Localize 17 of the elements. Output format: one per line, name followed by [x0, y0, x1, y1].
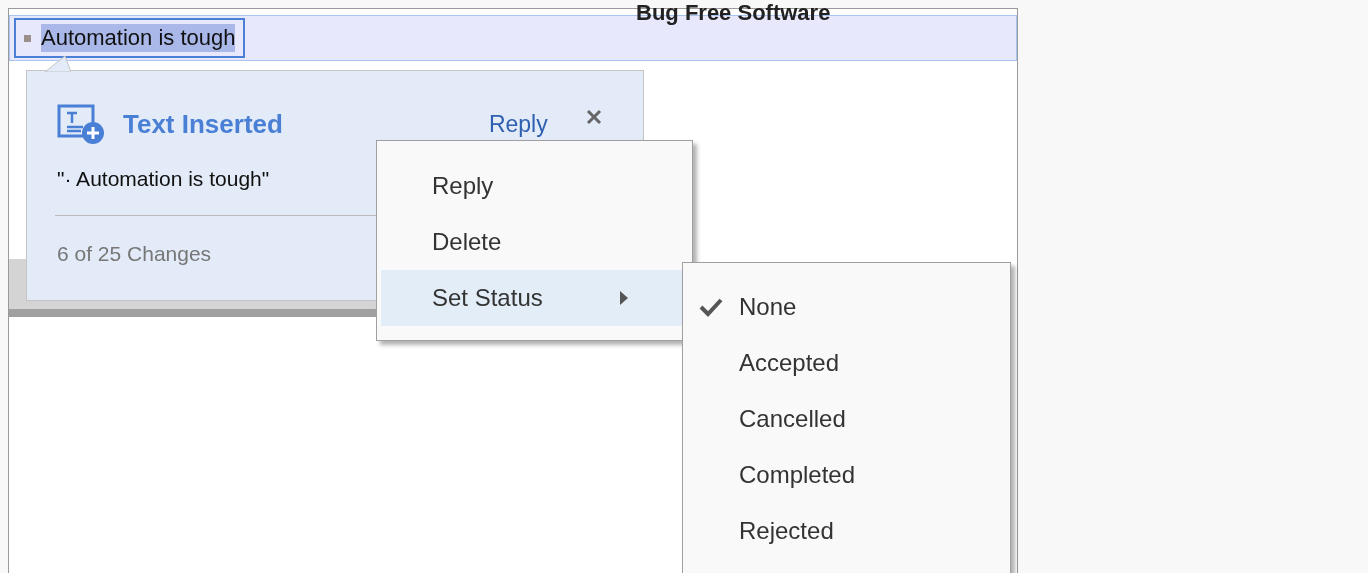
inserted-quote: "· Automation is tough": [57, 166, 270, 192]
menu-item[interactable]: Reply: [381, 158, 688, 214]
reply-link[interactable]: Reply: [488, 106, 548, 142]
bullet-icon: [24, 34, 31, 42]
check-icon: [699, 297, 723, 317]
text-insert-icon: [57, 103, 105, 145]
popup-title: Text Inserted: [123, 107, 283, 141]
menu-item[interactable]: Delete: [381, 214, 688, 270]
change-counter: 6 of 25 Changes: [57, 240, 212, 267]
status-option[interactable]: Accepted: [683, 335, 1010, 391]
submenu-arrow-icon: [620, 291, 628, 305]
status-option[interactable]: Completed: [683, 447, 1010, 503]
status-option[interactable]: Rejected: [683, 503, 1010, 559]
document-heading: Bug Free Software: [636, 2, 831, 24]
status-option[interactable]: Cancelled: [683, 391, 1010, 447]
selected-text: Automation is tough: [41, 24, 236, 52]
close-icon[interactable]: [585, 109, 602, 125]
